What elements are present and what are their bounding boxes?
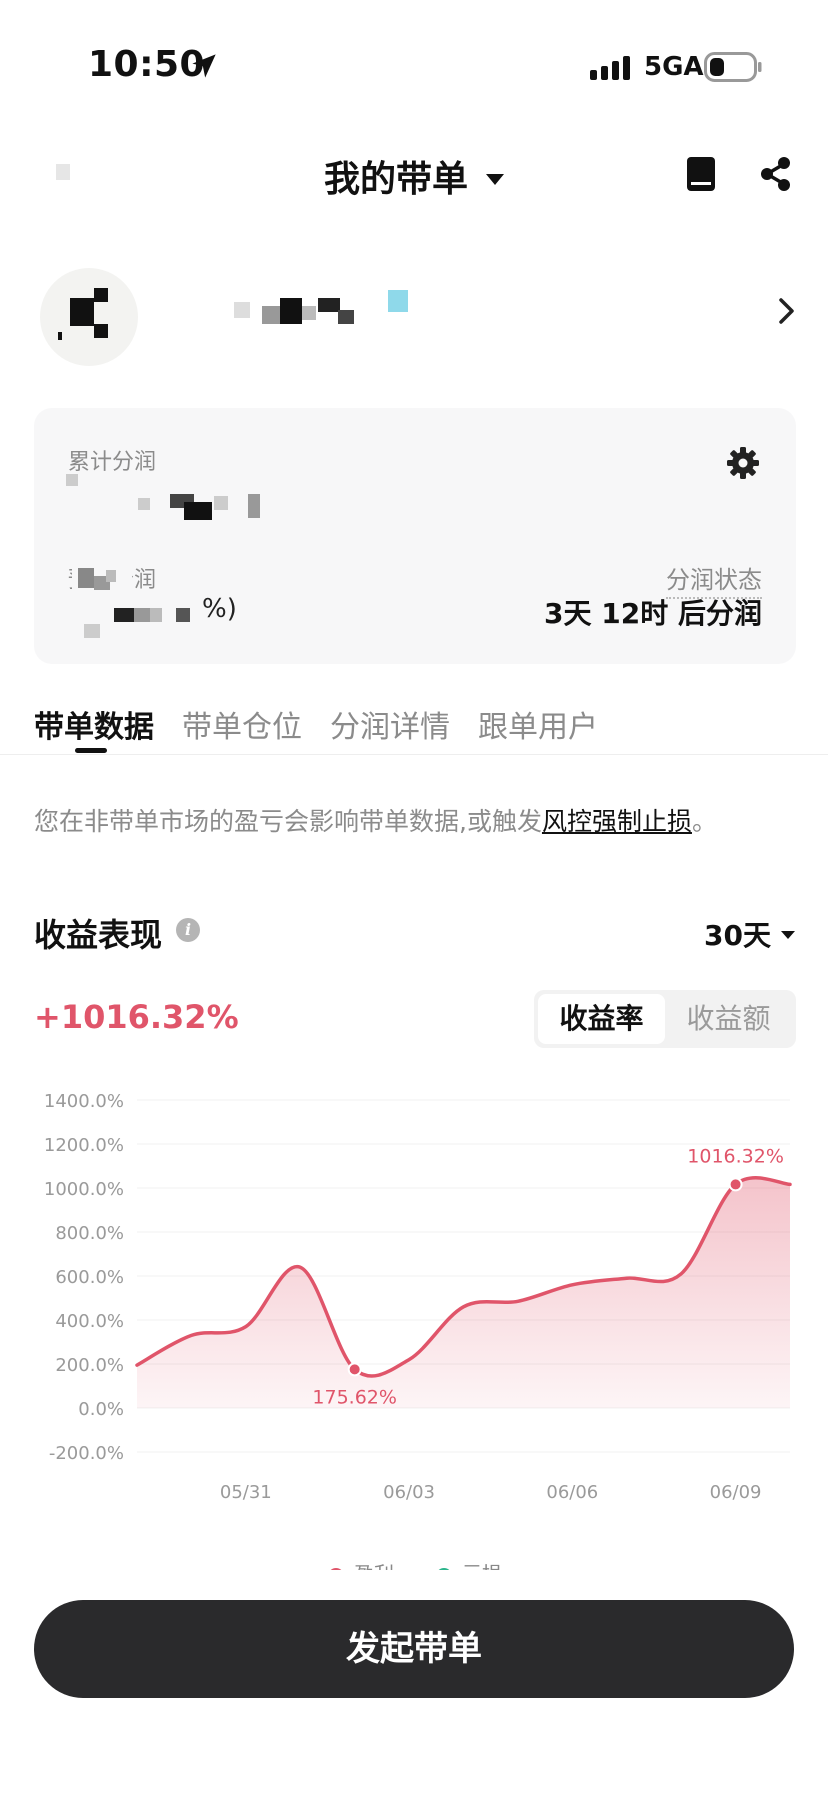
expected-share-redaction	[64, 558, 190, 658]
expected-share-tail: %)	[202, 594, 237, 624]
status-time: 10:50	[88, 44, 206, 85]
return-value: +1016.32%	[34, 998, 239, 1036]
y-tick-label: 1400.0%	[44, 1091, 124, 1112]
toggle-return-rate[interactable]: 收益率	[538, 994, 665, 1044]
legend-loss: 亏损	[436, 1558, 502, 1570]
tab-trading-data[interactable]: 带单数据	[34, 702, 154, 746]
username-redacted	[206, 290, 416, 332]
legend-profit: 盈利	[328, 1558, 394, 1570]
x-tick-label: 06/03	[383, 1482, 435, 1503]
caret-down-icon	[780, 931, 795, 939]
caret-down-icon	[486, 173, 504, 185]
metric-toggle: 收益率 收益额	[534, 990, 796, 1048]
risk-control-link[interactable]: 风控强制止损	[542, 807, 692, 836]
performance-title: 收益表现	[34, 916, 163, 954]
y-tick-label: -200.0%	[49, 1443, 124, 1464]
active-tab-indicator	[75, 748, 107, 753]
y-tick-label: 1000.0%	[44, 1179, 124, 1200]
toggle-return-amount[interactable]: 收益额	[665, 994, 792, 1044]
network-type: 5GA	[644, 52, 704, 82]
page-title-text: 我的带单	[323, 159, 468, 200]
period-selector[interactable]: 30天	[704, 914, 795, 954]
chevron-right-icon[interactable]	[776, 296, 798, 326]
x-tick-label: 06/09	[710, 1482, 762, 1503]
y-tick-label: 200.0%	[55, 1355, 124, 1376]
legend-loss-dot	[436, 1567, 452, 1570]
signal-icon	[590, 56, 630, 80]
tab-bar: 带单数据 带单仓位 分润详情 跟单用户	[34, 702, 794, 762]
data-label: 175.62%	[312, 1386, 397, 1408]
y-tick-label: 400.0%	[55, 1311, 124, 1332]
share-status-value: 3天 12时 后分润	[544, 597, 762, 630]
y-tick-label: 0.0%	[78, 1399, 124, 1420]
divider	[0, 754, 828, 755]
tab-followers[interactable]: 跟单用户	[478, 702, 598, 746]
data-point-marker	[347, 1362, 362, 1377]
tab-share-details[interactable]: 分润详情	[330, 702, 450, 746]
x-tick-label: 05/31	[220, 1482, 272, 1503]
performance-chart: 1400.0% 1200.0% 1000.0% 800.0% 600.0% 400.0% 2…	[44, 1091, 792, 1503]
period-value: 30天	[704, 919, 771, 952]
share-icon[interactable]	[758, 156, 794, 192]
data-label: 1016.32%	[687, 1145, 784, 1167]
y-tick-label: 600.0%	[55, 1267, 124, 1288]
legend-profit-label: 盈利	[354, 1562, 394, 1570]
y-tick-label: 1200.0%	[44, 1135, 124, 1156]
total-share-value-redacted	[60, 464, 260, 520]
book-icon[interactable]	[686, 156, 716, 192]
avatar[interactable]	[40, 268, 138, 366]
chart-legend: 盈利 亏损	[320, 1552, 520, 1570]
tab-positions[interactable]: 带单仓位	[182, 702, 302, 746]
legend-profit-dot	[328, 1567, 344, 1570]
y-tick-label: 800.0%	[55, 1223, 124, 1244]
risk-notice: 您在非带单市场的盈亏会影响带单数据,或触发风控强制止损。	[34, 802, 717, 838]
gear-icon[interactable]	[726, 446, 760, 480]
series-area	[137, 1177, 790, 1408]
data-point-marker	[728, 1177, 743, 1192]
start-copy-trading-button[interactable]: 发起带单	[34, 1600, 794, 1698]
x-tick-label: 06/06	[546, 1482, 598, 1503]
risk-notice-text: 您在非带单市场的盈亏会影响带单数据,或触发	[34, 807, 542, 836]
risk-notice-suffix: 。	[691, 807, 717, 836]
battery-icon	[704, 52, 762, 82]
legend-loss-label: 亏损	[462, 1562, 502, 1570]
location-arrow-icon	[192, 54, 216, 78]
info-icon[interactable]: i	[176, 918, 200, 942]
